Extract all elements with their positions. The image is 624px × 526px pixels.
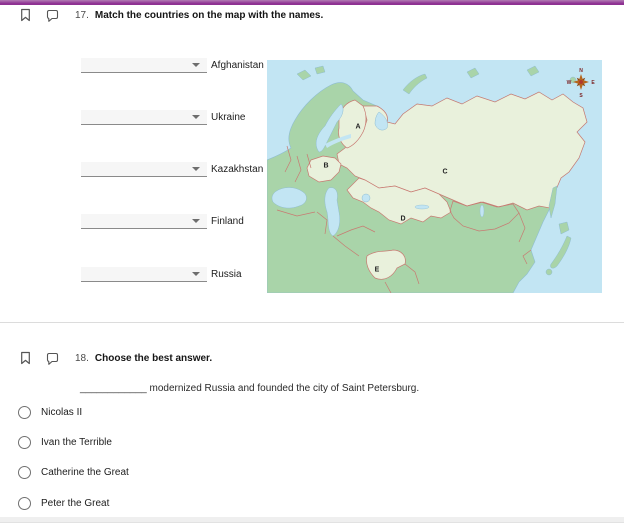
option-label: Peter the Great (41, 498, 110, 509)
chevron-down-icon (192, 62, 200, 67)
question-divider (0, 322, 624, 323)
map-label-d: D (400, 216, 405, 223)
match-row: Finland (81, 213, 244, 229)
match-select-finland[interactable] (81, 213, 207, 229)
comment-icon[interactable] (46, 9, 59, 22)
match-select-russia[interactable] (81, 266, 207, 282)
bottom-strip (0, 517, 624, 523)
answer-option-nicolas-ii[interactable]: Nicolas II (18, 406, 82, 419)
radio-button[interactable] (18, 466, 31, 479)
question-18-header: 18. Choose the best answer. (20, 351, 212, 365)
match-label: Finland (211, 215, 244, 227)
question-17-header: 17. Match the countries on the map with … (20, 8, 323, 22)
answer-option-ivan-the-terrible[interactable]: Ivan the Terrible (18, 436, 112, 449)
question-number: 17. (75, 9, 89, 21)
map-label-c: C (442, 169, 447, 176)
question-prompt: Choose the best answer. (94, 352, 213, 364)
top-accent-bar (0, 0, 624, 5)
answer-option-catherine-the-great[interactable]: Catherine the Great (18, 466, 129, 479)
chevron-down-icon (192, 166, 200, 171)
map-label-b: B (323, 163, 328, 170)
question-sentence: ____________ modernized Russia and found… (80, 383, 420, 394)
option-label: Nicolas II (41, 407, 83, 418)
radio-button[interactable] (18, 406, 31, 419)
match-label: Kazakhstan (211, 163, 264, 175)
map-label-a: A (355, 124, 360, 131)
eurasia-map: A B C D E N E S W (266, 60, 602, 294)
compass-n: N (579, 68, 583, 74)
map-image: A B C D E N E S W (266, 60, 602, 294)
compass-w: W (567, 80, 572, 86)
chevron-down-icon (192, 218, 200, 223)
chevron-down-icon (192, 114, 200, 119)
question-number: 18. (75, 352, 89, 364)
option-label: Ivan the Terrible (41, 437, 112, 448)
match-row: Afghanistan (81, 57, 264, 73)
match-select-kazakhstan[interactable] (81, 161, 207, 177)
match-row: Russia (81, 266, 242, 282)
match-select-ukraine[interactable] (81, 109, 207, 125)
radio-button[interactable] (18, 436, 31, 449)
match-label: Ukraine (211, 111, 246, 123)
question-prompt: Match the countries on the map with the … (94, 9, 324, 21)
map-label-e: E (375, 267, 380, 274)
match-row: Ukraine (81, 109, 245, 125)
match-row: Kazakhstan (81, 161, 263, 177)
chevron-down-icon (192, 271, 200, 276)
match-label: Russia (211, 268, 242, 280)
answer-option-peter-the-great[interactable]: Peter the Great (18, 497, 109, 510)
option-label: Catherine the Great (41, 467, 129, 478)
match-label: Afghanistan (211, 59, 264, 71)
bookmark-icon[interactable] (20, 351, 31, 365)
comment-icon[interactable] (46, 352, 59, 365)
bookmark-icon[interactable] (20, 8, 31, 22)
match-select-afghanistan[interactable] (81, 57, 207, 73)
radio-button[interactable] (18, 497, 31, 510)
